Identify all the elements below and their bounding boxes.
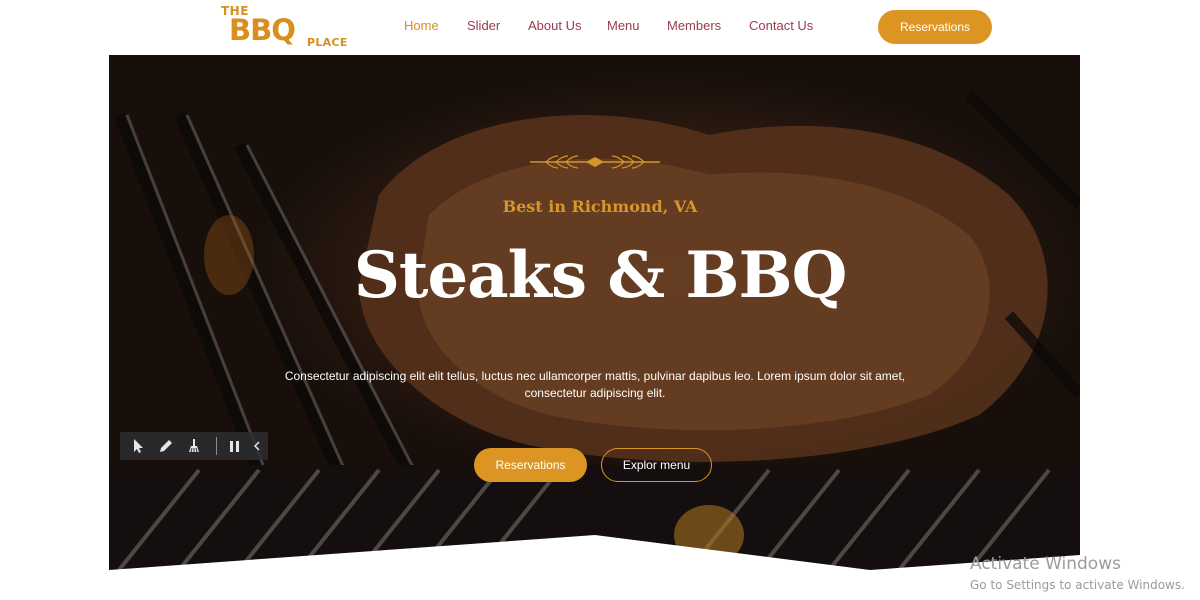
windows-watermark-title: Activate Windows: [970, 554, 1121, 574]
hero-bottom-divider: [109, 535, 1080, 600]
windows-watermark-subtitle: Go to Settings to activate Windows.: [970, 578, 1185, 592]
